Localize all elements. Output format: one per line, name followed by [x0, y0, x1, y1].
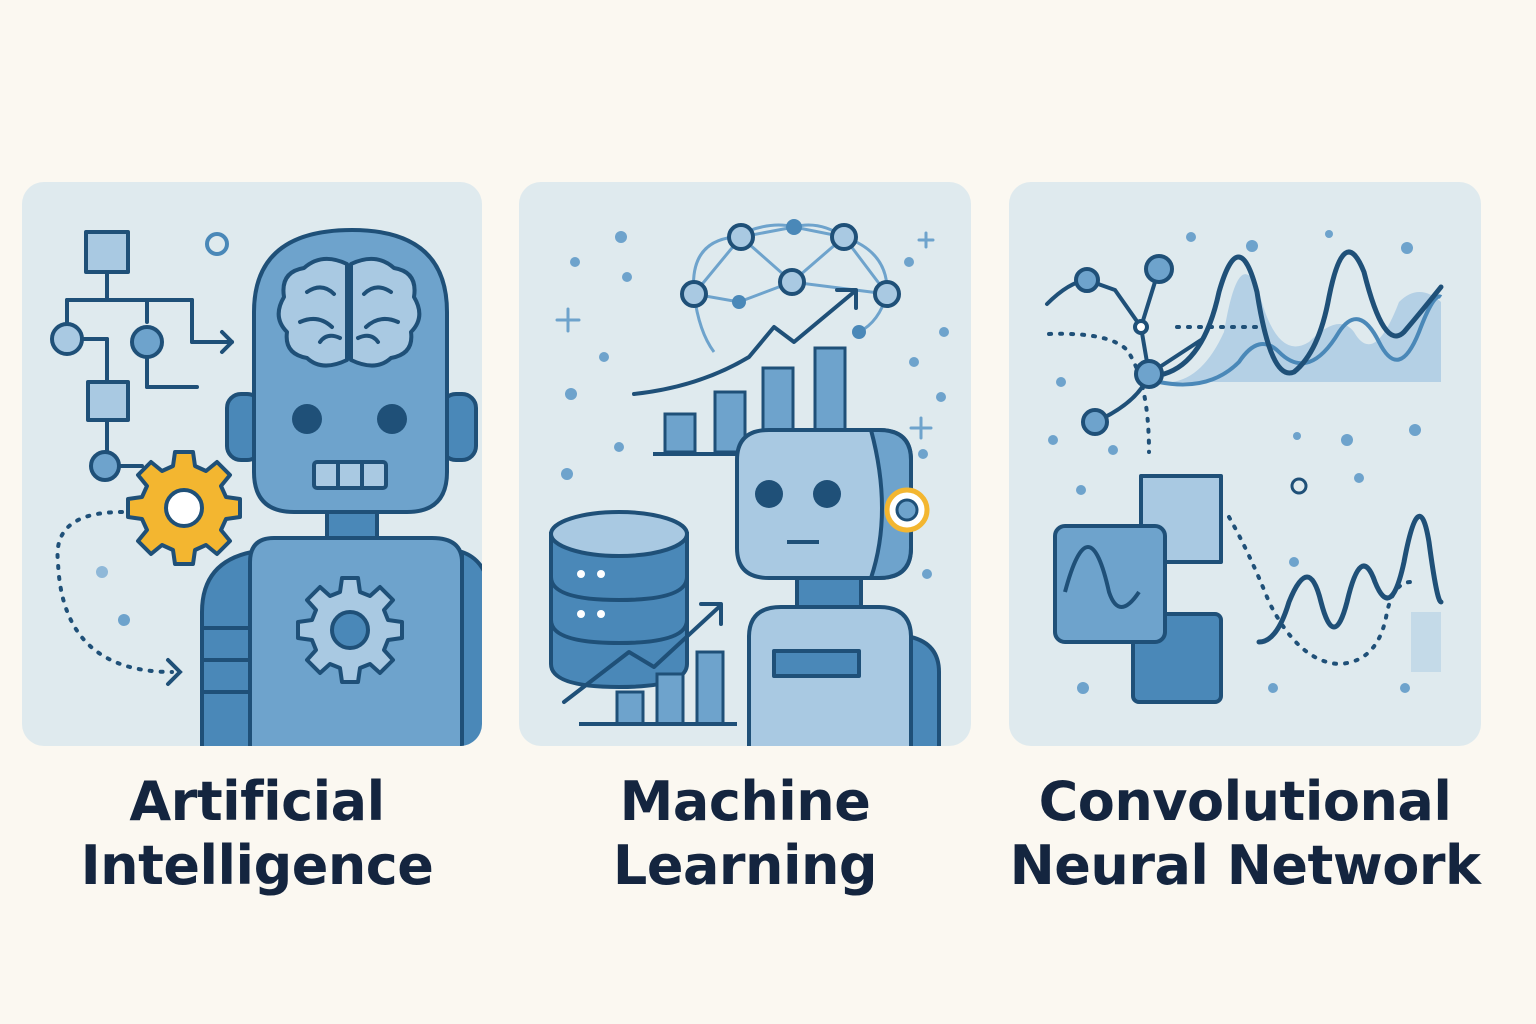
- brain-icon: [276, 256, 422, 368]
- caption-artificial-intelligence: Artificial Intelligence: [22, 770, 492, 898]
- caption-line-2: Intelligence: [80, 834, 434, 897]
- caption-line-1: Artificial: [129, 770, 385, 833]
- caption-line-2: Neural Network: [1009, 834, 1481, 897]
- gear-icon: [296, 576, 404, 684]
- caption-line-1: Machine: [619, 770, 871, 833]
- ml-illustration: [519, 182, 971, 746]
- caption-convolutional-neural-network: Convolutional Neural Network: [990, 770, 1500, 898]
- cnn-illustration-card: [1009, 182, 1481, 746]
- gear-icon: [126, 450, 242, 566]
- caption-line-2: Learning: [612, 834, 878, 897]
- caption-line-1: Convolutional: [1038, 770, 1452, 833]
- ai-illustration: [22, 182, 482, 746]
- ml-illustration-card: [519, 182, 971, 746]
- caption-machine-learning: Machine Learning: [519, 770, 971, 898]
- ai-illustration-card: [22, 182, 482, 746]
- cnn-illustration: [1009, 182, 1481, 746]
